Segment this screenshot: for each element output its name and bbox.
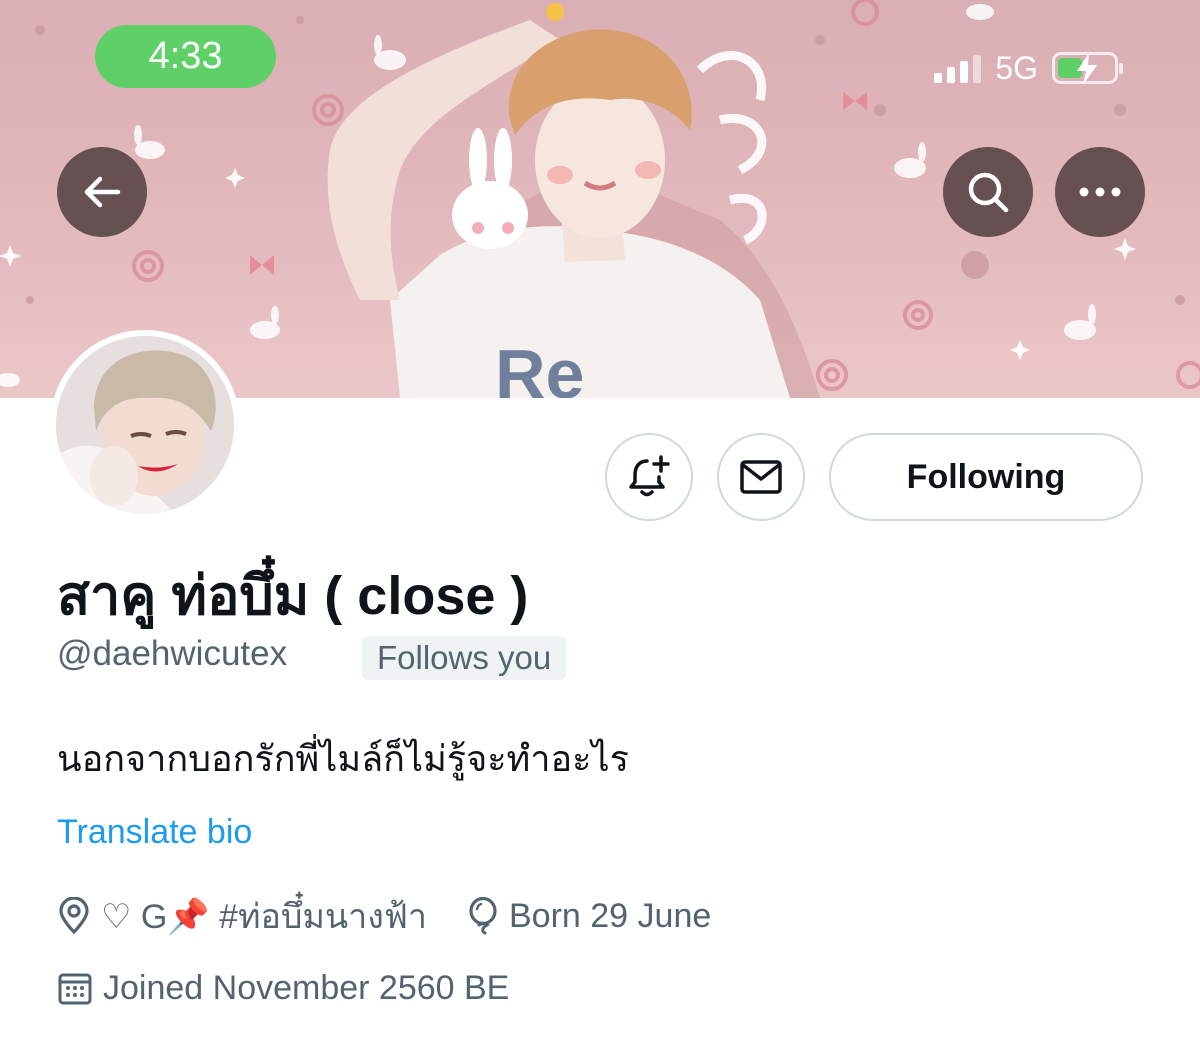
cellular-signal-icon (934, 53, 982, 83)
profile-birthday: Born 29 June (509, 896, 712, 935)
follows-you-badge: Follows you (362, 636, 567, 680)
translate-bio-link[interactable]: Translate bio (57, 813, 252, 852)
search-button[interactable] (943, 147, 1033, 237)
more-horizontal-icon (1079, 187, 1121, 197)
status-indicators: 5G (934, 48, 1123, 88)
profile-joined-date: Joined November 2560 BE (103, 968, 510, 1007)
battery-charging-icon (1052, 52, 1123, 85)
profile-location: ♡ G📌 #ท่อบึ๋มนางฟ้า (101, 898, 427, 936)
back-button[interactable] (57, 147, 147, 237)
display-name: สาคู ท่อบึ๋ม ( close ) (57, 566, 529, 626)
profile-bio: นอกจากบอกรักพี่ไมล์ก็ไม่รู้จะทำอะไร (57, 738, 629, 779)
bell-plus-icon (629, 455, 670, 497)
balloon-icon (467, 897, 499, 935)
message-button[interactable] (717, 433, 805, 521)
search-icon (968, 172, 1009, 213)
calendar-icon (57, 970, 93, 1006)
following-button[interactable]: Following (829, 433, 1143, 521)
location-pin-icon (57, 897, 91, 935)
network-type: 5G (995, 49, 1038, 86)
notifications-button[interactable] (605, 433, 693, 521)
profile-avatar[interactable] (50, 330, 240, 520)
more-options-button[interactable] (1055, 147, 1145, 237)
following-button-label: Following (906, 457, 1066, 496)
status-time: 4:33 (95, 25, 276, 88)
profile-joined-row: Joined November 2560 BE (57, 965, 509, 1011)
envelope-icon (740, 460, 782, 494)
username-handle: @daehwicutex (57, 634, 288, 673)
avatar-image (56, 336, 234, 514)
svg-text:Re: Re (495, 335, 584, 398)
arrow-left-icon (84, 176, 121, 208)
profile-meta-row: ♡ G📌 #ท่อบึ๋มนางฟ้า Born 29 June (57, 893, 711, 939)
